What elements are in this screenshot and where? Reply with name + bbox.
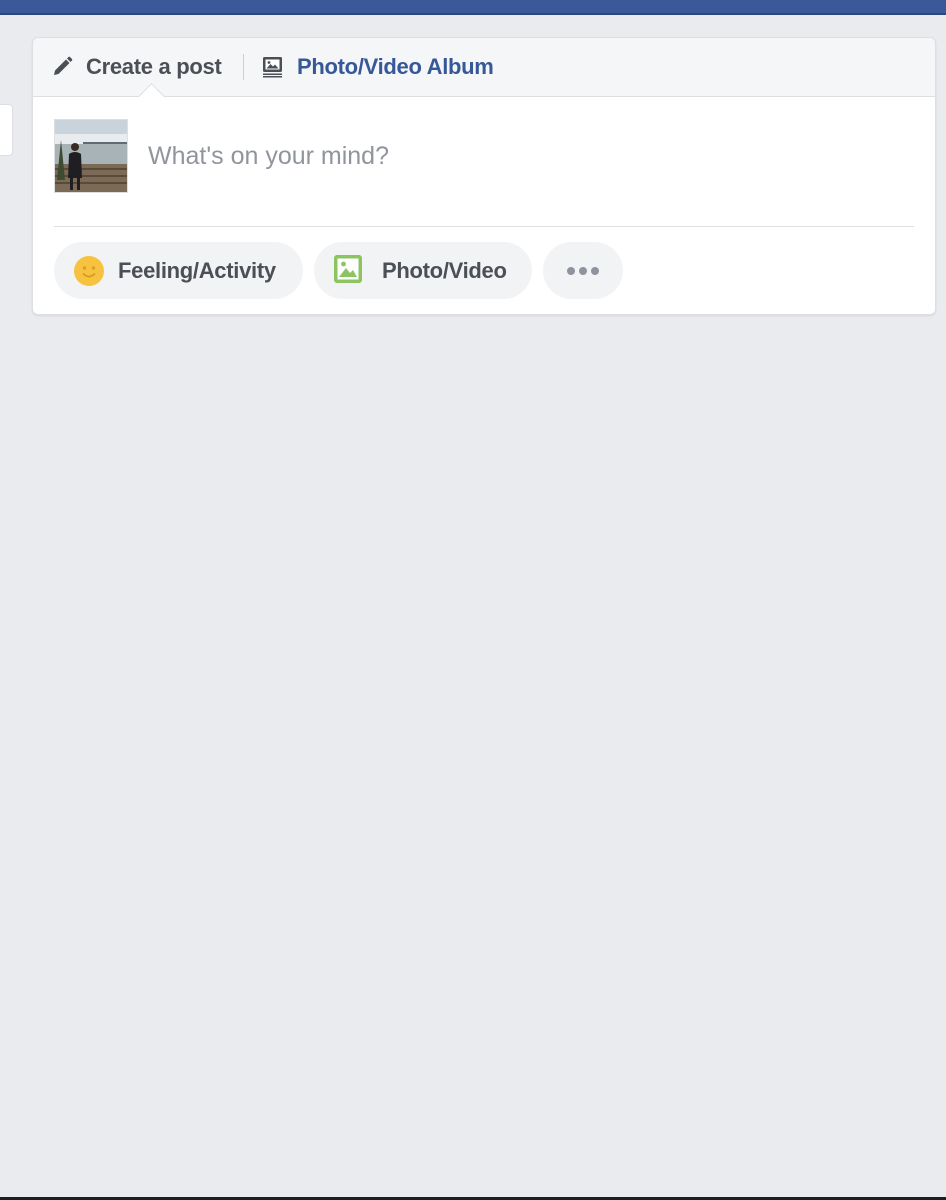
avatar[interactable]: [54, 119, 128, 193]
header-separator: [243, 54, 244, 80]
more-dots-icon: [567, 266, 599, 275]
post-input[interactable]: [148, 134, 908, 178]
photo-icon: [334, 254, 366, 287]
left-panel-edge: [0, 104, 13, 156]
tab-photo-video-album[interactable]: Photo/Video Album: [262, 38, 494, 96]
create-post-label: Create a post: [86, 54, 222, 79]
tab-create-post[interactable]: Create a post: [51, 38, 222, 96]
photo-video-button[interactable]: Photo/Video: [314, 242, 532, 299]
top-navigation-bar: [0, 0, 946, 15]
photo-video-label: Photo/Video: [382, 257, 507, 283]
composer-divider: [54, 226, 914, 227]
post-composer: Create a post Photo/Video Album What's o…: [32, 37, 936, 315]
feeling-activity-button[interactable]: Feeling/Activity: [54, 242, 303, 299]
smiley-face-icon: [73, 255, 105, 287]
composer-header: Create a post Photo/Video Album: [33, 38, 935, 97]
photo-album-icon: [262, 56, 284, 78]
more-options-button[interactable]: [543, 242, 623, 299]
photo-video-album-label: Photo/Video Album: [297, 54, 494, 79]
feeling-activity-label: Feeling/Activity: [118, 257, 276, 283]
pencil-icon: [51, 56, 73, 78]
